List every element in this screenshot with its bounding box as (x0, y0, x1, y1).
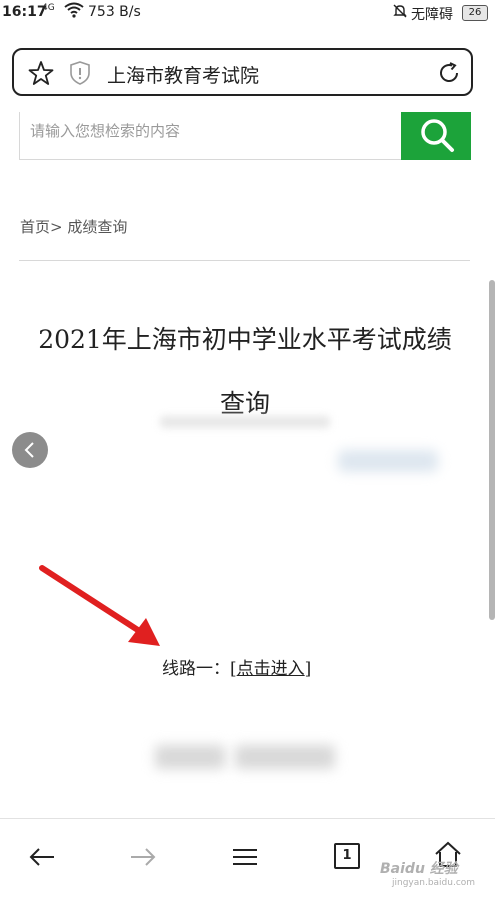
page-title-line1: 2021年上海市初中学业水平考试成绩 (38, 325, 452, 354)
blurred-text (155, 745, 225, 769)
forward-arrow-icon[interactable] (129, 845, 157, 869)
line-one-bracket-close: ] (304, 659, 312, 679)
battery-icon: 26 (462, 5, 488, 21)
search-input[interactable]: 请输入您想检索的内容 (19, 112, 402, 160)
search-button[interactable] (401, 112, 471, 160)
side-back-button[interactable] (12, 432, 48, 468)
blurred-text (235, 745, 335, 769)
menu-icon[interactable] (231, 845, 259, 869)
address-bar[interactable]: 上海市教育考试院 (12, 48, 473, 96)
line-one-bracket-open: [ (230, 659, 237, 679)
line-one-label: 线路一： (162, 659, 230, 679)
scrollbar[interactable] (489, 280, 495, 620)
bell-mute-icon (393, 4, 407, 18)
status-bar: 16:17 4G 753 B/s 无障碍 26 (0, 0, 495, 26)
enter-link[interactable]: 点击进入 (237, 659, 305, 679)
tabs-button[interactable]: 1 (334, 843, 360, 869)
red-arrow-annotation (39, 565, 160, 646)
address-title[interactable]: 上海市教育考试院 (107, 61, 259, 88)
back-arrow-icon[interactable] (28, 845, 56, 869)
blurred-text (160, 416, 330, 428)
status-time: 16:17 (2, 4, 47, 20)
watermark: Baidu 经验 (380, 861, 458, 877)
breadcrumb[interactable]: 首页> 成绩查询 (20, 216, 127, 237)
signal-icon: 4G (42, 3, 55, 13)
watermark-url: jingyan.baidu.com (392, 878, 476, 888)
star-icon[interactable] (28, 60, 54, 86)
shield-icon[interactable] (69, 61, 91, 85)
net-speed: 753 B/s (88, 4, 141, 20)
chevron-left-icon (24, 442, 34, 458)
blurred-share (338, 450, 438, 472)
divider (19, 260, 470, 261)
reload-icon[interactable] (437, 61, 461, 85)
wifi-icon (64, 2, 84, 18)
line-one: 线路一：[点击进入] (162, 654, 311, 679)
search-icon (421, 119, 454, 152)
accessibility-status: 无障碍 (411, 7, 453, 23)
